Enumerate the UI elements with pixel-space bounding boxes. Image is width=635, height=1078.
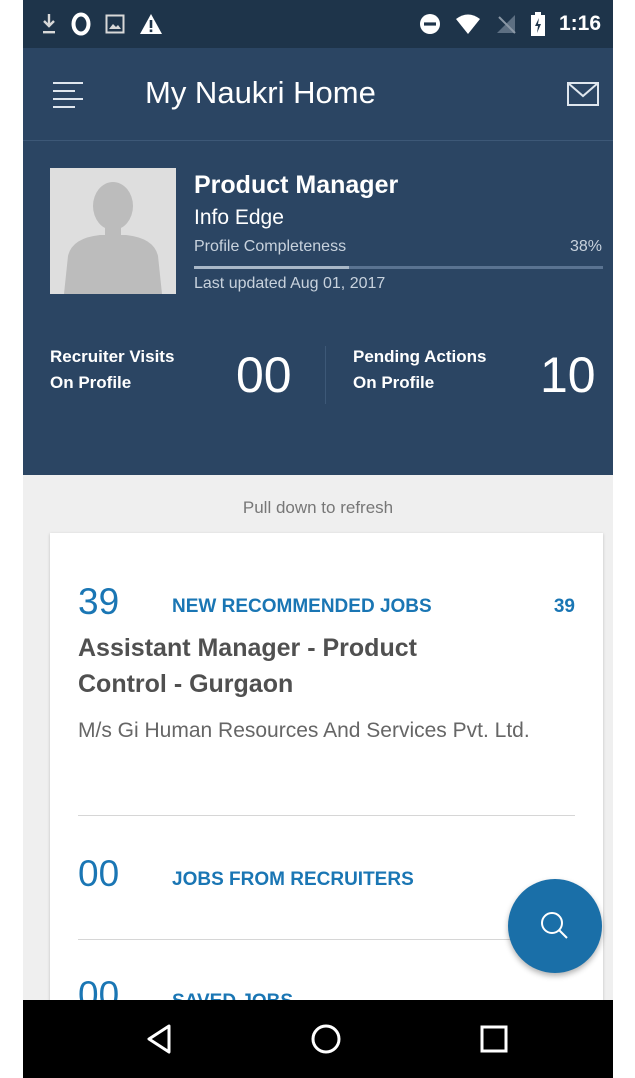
avatar[interactable]	[50, 168, 176, 294]
recruiter-visits-label-line1: Recruiter Visits	[50, 347, 175, 366]
wifi-icon	[455, 14, 480, 34]
profile-completeness-fill	[194, 266, 350, 269]
recruiter-jobs-count[interactable]: 00	[78, 853, 119, 895]
battery-charging-icon	[530, 12, 545, 36]
pending-actions-label-line1: Pending Actions	[353, 347, 487, 366]
clock: 1:16	[558, 12, 601, 35]
recruiter-visits-label[interactable]: Recruiter Visits On Profile	[50, 344, 174, 396]
profile-title: Product Manager	[194, 171, 399, 199]
recommended-jobs-count[interactable]: 39	[78, 581, 119, 623]
card-divider	[78, 939, 575, 940]
job-title[interactable]: Assistant Manager - Product Control - Gu…	[78, 630, 508, 702]
job-company: M/s Gi Human Resources And Services Pvt.…	[78, 719, 530, 742]
person-silhouette-icon	[50, 168, 176, 294]
phone-screen: 1:16 My Naukri Home Product Manager Info	[23, 0, 613, 1078]
recommended-jobs-badge[interactable]: 39	[554, 596, 575, 618]
download-icon	[43, 14, 55, 34]
search-button[interactable]	[508, 879, 602, 973]
pending-actions-count[interactable]: 10	[540, 346, 596, 404]
menu-icon[interactable]	[53, 82, 83, 108]
image-icon	[105, 14, 125, 34]
last-updated: Last updated Aug 01, 2017	[194, 275, 386, 292]
profile-completeness-percent: 38%	[569, 238, 602, 255]
app-bar: My Naukri Home	[23, 48, 613, 141]
recruiter-visits-label-line2: On Profile	[50, 373, 132, 392]
pending-actions-label[interactable]: Pending Actions On Profile	[353, 344, 487, 396]
system-nav-bar	[23, 1000, 613, 1078]
card-divider	[78, 815, 575, 816]
recruiter-jobs-link[interactable]: JOBS FROM RECRUITERS	[172, 869, 414, 891]
profile-company: Info Edge	[194, 206, 284, 229]
status-bar: 1:16	[23, 0, 613, 48]
do-not-disturb-icon	[419, 14, 440, 34]
back-icon[interactable]	[135, 1014, 185, 1064]
pending-actions-label-line2: On Profile	[353, 373, 435, 392]
page-title: My Naukri Home	[145, 75, 376, 110]
no-signal-icon	[496, 15, 516, 34]
recents-icon[interactable]	[469, 1014, 519, 1064]
pull-to-refresh-hint: Pull down to refresh	[242, 498, 394, 517]
recruiter-visits-count[interactable]: 00	[236, 346, 292, 404]
system-icons: 1:16	[419, 10, 601, 38]
home-icon[interactable]	[301, 1014, 351, 1064]
opera-icon	[71, 12, 91, 36]
warning-icon	[140, 14, 162, 34]
mail-icon[interactable]	[567, 82, 599, 106]
profile-completeness-label: Profile Completeness	[194, 238, 347, 255]
profile-summary: Product Manager Info Edge Profile Comple…	[23, 141, 613, 475]
profile-completeness-bar	[194, 266, 603, 269]
jobs-card: 39 NEW RECOMMENDED JOBS 39 Assistant Man…	[50, 533, 603, 1078]
notification-icons	[41, 10, 163, 38]
search-icon	[541, 912, 568, 939]
stats-divider	[325, 346, 326, 404]
recommended-jobs-link[interactable]: NEW RECOMMENDED JOBS	[172, 596, 432, 618]
